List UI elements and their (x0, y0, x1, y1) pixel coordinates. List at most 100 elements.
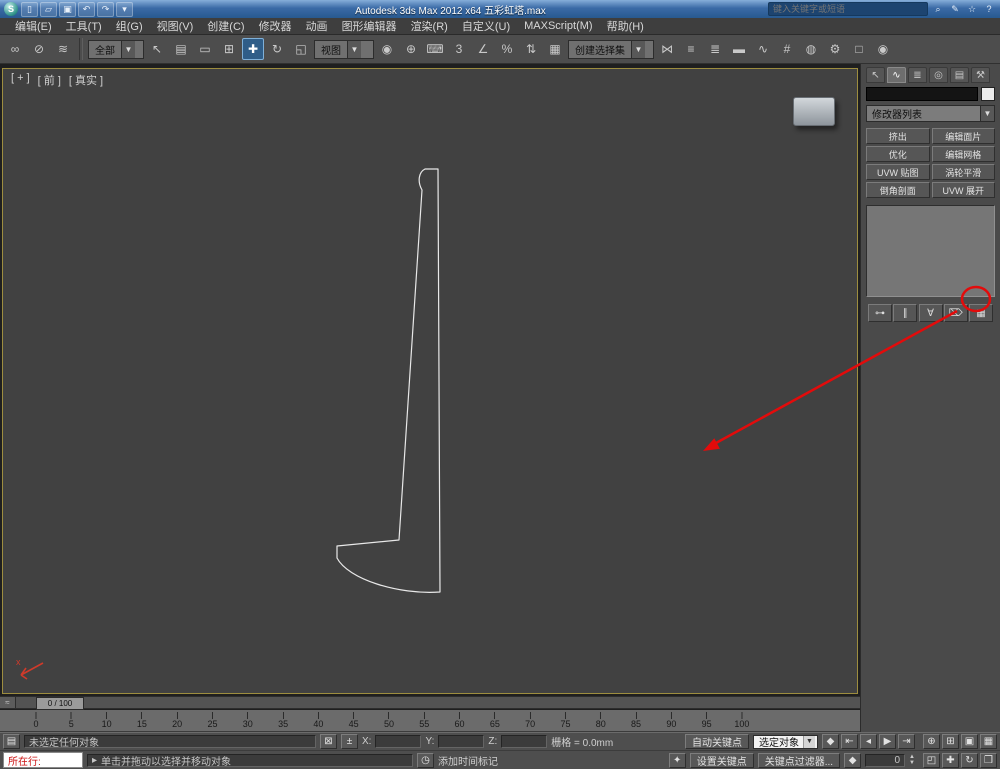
edit-mesh-button[interactable]: 编辑网格 (931, 146, 995, 162)
set-key-icon[interactable]: ✦ (668, 752, 686, 768)
save-file-icon[interactable]: ▣ (59, 1, 76, 17)
material-editor-icon[interactable]: ◍ (800, 38, 822, 60)
menu-item[interactable]: 渲染(R) (404, 18, 455, 34)
auto-key-button[interactable]: 自动关键点 (685, 734, 749, 749)
tab-hierarchy[interactable]: ≣ (908, 67, 927, 83)
key-filters-button[interactable]: 关键点过滤器... (757, 752, 841, 768)
time-slider-track[interactable]: ≈ 0 / 100 (0, 696, 860, 710)
quick-access-dropdown-icon[interactable]: ▾ (116, 1, 133, 17)
menu-item[interactable]: 工具(T) (59, 18, 109, 34)
remove-modifier-icon[interactable]: ⌦ (943, 304, 968, 322)
viewcube[interactable] (793, 97, 835, 126)
menu-item[interactable]: 自定义(U) (455, 18, 517, 34)
pan-view-icon[interactable]: ✚ (942, 752, 959, 768)
select-by-name-icon[interactable]: ▤ (170, 38, 192, 60)
use-pivot-point-icon[interactable]: ◉ (376, 38, 398, 60)
front-viewport[interactable]: [ + ] [ 前 ] [ 真实 ] x (2, 68, 858, 694)
orbit-icon[interactable]: ↻ (961, 752, 978, 768)
zoom-extents-icon[interactable]: ▣ (961, 734, 978, 749)
bind-to-space-warp-icon[interactable]: ≋ (52, 38, 74, 60)
search-icon[interactable]: ⌕ (931, 3, 945, 16)
x-coordinate-field[interactable] (375, 735, 422, 748)
infocenter-search-input[interactable] (768, 2, 928, 16)
spinner-snap-toggle-icon[interactable]: ⇅ (520, 38, 542, 60)
schematic-view-icon[interactable]: # (776, 38, 798, 60)
show-end-result-icon[interactable]: ∥ (893, 304, 918, 322)
open-file-icon[interactable]: ▱ (40, 1, 57, 17)
rendered-frame-window-icon[interactable]: □ (848, 38, 870, 60)
pin-stack-icon[interactable]: ⊶ (868, 304, 892, 322)
time-tag-icon[interactable]: ◷ (417, 752, 434, 768)
object-name-field[interactable] (866, 87, 978, 101)
make-unique-icon[interactable]: ∀ (918, 304, 943, 322)
unlink-selection-icon[interactable]: ⊘ (28, 38, 50, 60)
maximize-viewport-toggle-icon[interactable]: ❒ (980, 752, 997, 768)
edit-patch-button[interactable]: 编辑面片 (931, 128, 995, 144)
menu-item[interactable]: 编辑(E) (8, 18, 59, 34)
current-frame-field[interactable]: 0 (865, 753, 906, 767)
zoom-region-icon[interactable]: ◰ (923, 752, 940, 768)
optimize-button[interactable]: 优化 (866, 146, 930, 162)
mirror-icon[interactable]: ⋈ (656, 38, 678, 60)
time-slider-handle[interactable]: 0 / 100 (36, 697, 84, 710)
select-and-scale-icon[interactable]: ◱ (290, 38, 312, 60)
menu-item[interactable]: 视图(V) (150, 18, 201, 34)
previous-frame-icon[interactable]: ◂ (860, 734, 877, 749)
add-time-tag-label[interactable]: 添加时间标记 (438, 753, 498, 768)
snap-toggle-3d-icon[interactable]: 3 (448, 38, 470, 60)
absolute-mode-toggle-icon[interactable]: ± (341, 734, 358, 749)
layer-manager-icon[interactable]: ≣ (704, 38, 726, 60)
menu-item[interactable]: 帮助(H) (600, 18, 651, 34)
menu-item[interactable]: 图形编辑器 (335, 18, 404, 34)
angle-snap-toggle-icon[interactable]: ∠ (472, 38, 494, 60)
key-filter-set-dropdown[interactable]: 选定对象 ▼ (753, 734, 818, 749)
bevel-profile-button[interactable]: 倒角剖面 (866, 182, 930, 198)
favorites-star-icon[interactable]: ☆ (965, 3, 979, 16)
extrude-button[interactable]: 挤出 (866, 128, 930, 144)
z-coordinate-field[interactable] (501, 735, 548, 748)
help-icon[interactable]: ? (982, 3, 996, 16)
zoom-all-icon[interactable]: ⊞ (942, 734, 959, 749)
frame-spinner[interactable]: ▲ ▼ (909, 754, 915, 766)
zoom-extents-all-icon[interactable]: ▦ (980, 734, 997, 749)
play-animation-icon[interactable]: ▶ (879, 734, 896, 749)
unwrap-uvw-button[interactable]: UVW 展开 (931, 182, 995, 198)
curve-editor-icon[interactable]: ∿ (752, 38, 774, 60)
render-production-icon[interactable]: ◉ (872, 38, 894, 60)
maxscript-listener-icon[interactable]: ▤ (3, 734, 20, 749)
modifier-list-dropdown[interactable]: 修改器列表 ▼ (866, 105, 995, 122)
maxscript-mini-listener[interactable]: 所在行: (3, 752, 83, 768)
tab-motion[interactable]: ◎ (929, 67, 948, 83)
redo-icon[interactable]: ↷ (97, 1, 114, 17)
tab-utilities[interactable]: ⚒ (971, 67, 990, 83)
percent-snap-toggle-icon[interactable]: % (496, 38, 518, 60)
set-key-button[interactable]: 设置关键点 (689, 752, 754, 768)
menu-item[interactable]: 动画 (299, 18, 335, 34)
turbosmooth-button[interactable]: 涡轮平滑 (931, 164, 995, 180)
communication-center-icon[interactable]: ✎ (948, 3, 962, 16)
select-and-rotate-icon[interactable]: ↻ (266, 38, 288, 60)
key-mode-toggle-icon[interactable]: ◆ (844, 752, 862, 768)
menu-item[interactable]: 组(G) (109, 18, 150, 34)
selection-filter-dropdown[interactable]: 全部 ▼ (88, 39, 144, 59)
window-crossing-toggle-icon[interactable]: ⊞ (218, 38, 240, 60)
undo-icon[interactable]: ↶ (78, 1, 95, 17)
keyboard-shortcut-override-icon[interactable]: ⌨ (424, 38, 446, 60)
render-setup-icon[interactable]: ⚙ (824, 38, 846, 60)
zoom-icon[interactable]: ⊕ (923, 734, 940, 749)
go-to-start-icon[interactable]: ⇤ (841, 734, 858, 749)
go-to-end-icon[interactable]: ⇥ (898, 734, 915, 749)
y-coordinate-field[interactable] (438, 735, 485, 748)
menu-item[interactable]: MAXScript(M) (517, 20, 599, 32)
timeline-ruler[interactable]: 0 5 10 15 20 25 30 35 40 45 50 55 60 65 … (0, 710, 860, 732)
new-file-icon[interactable]: ▯ (21, 1, 38, 17)
rectangular-selection-region-icon[interactable]: ▭ (194, 38, 216, 60)
uvw-map-button[interactable]: UVW 贴图 (866, 164, 930, 180)
3ds-max-logo-icon[interactable]: S (4, 2, 18, 16)
select-and-move-icon[interactable]: ✚ (242, 38, 264, 60)
reference-coordinate-dropdown[interactable]: 视图 ▼ (314, 39, 374, 59)
tab-modify[interactable]: ∿ (887, 67, 906, 83)
open-mini-curve-editor-button[interactable]: ≈ (0, 697, 16, 708)
object-color-swatch[interactable] (981, 87, 995, 101)
named-selection-sets-dropdown[interactable]: 创建选择集 ▼ (568, 39, 654, 59)
